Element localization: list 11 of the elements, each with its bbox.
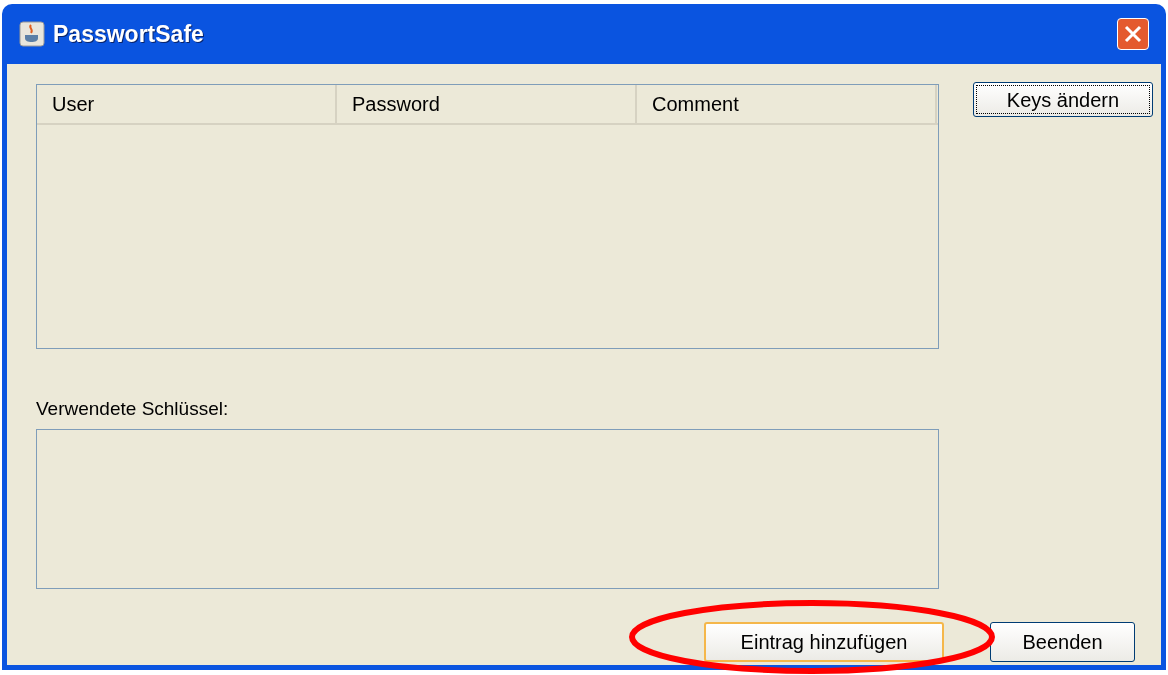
action-button[interactable]: Beenden: [990, 621, 1135, 662]
close-button[interactable]: [1117, 18, 1149, 50]
action-button[interactable]: Eintrag hinzufügen: [704, 621, 944, 662]
coffee-cup-icon: [19, 21, 45, 47]
column-header[interactable]: User: [37, 85, 337, 123]
column-header[interactable]: Comment: [637, 85, 937, 123]
keys-label: Verwendete Schlüssel:: [36, 397, 230, 421]
window-title: PasswortSafe: [53, 19, 204, 49]
close-icon: [1124, 25, 1142, 43]
column-header[interactable]: Password: [337, 85, 637, 123]
action-button[interactable]: Keys ändern: [973, 82, 1153, 117]
